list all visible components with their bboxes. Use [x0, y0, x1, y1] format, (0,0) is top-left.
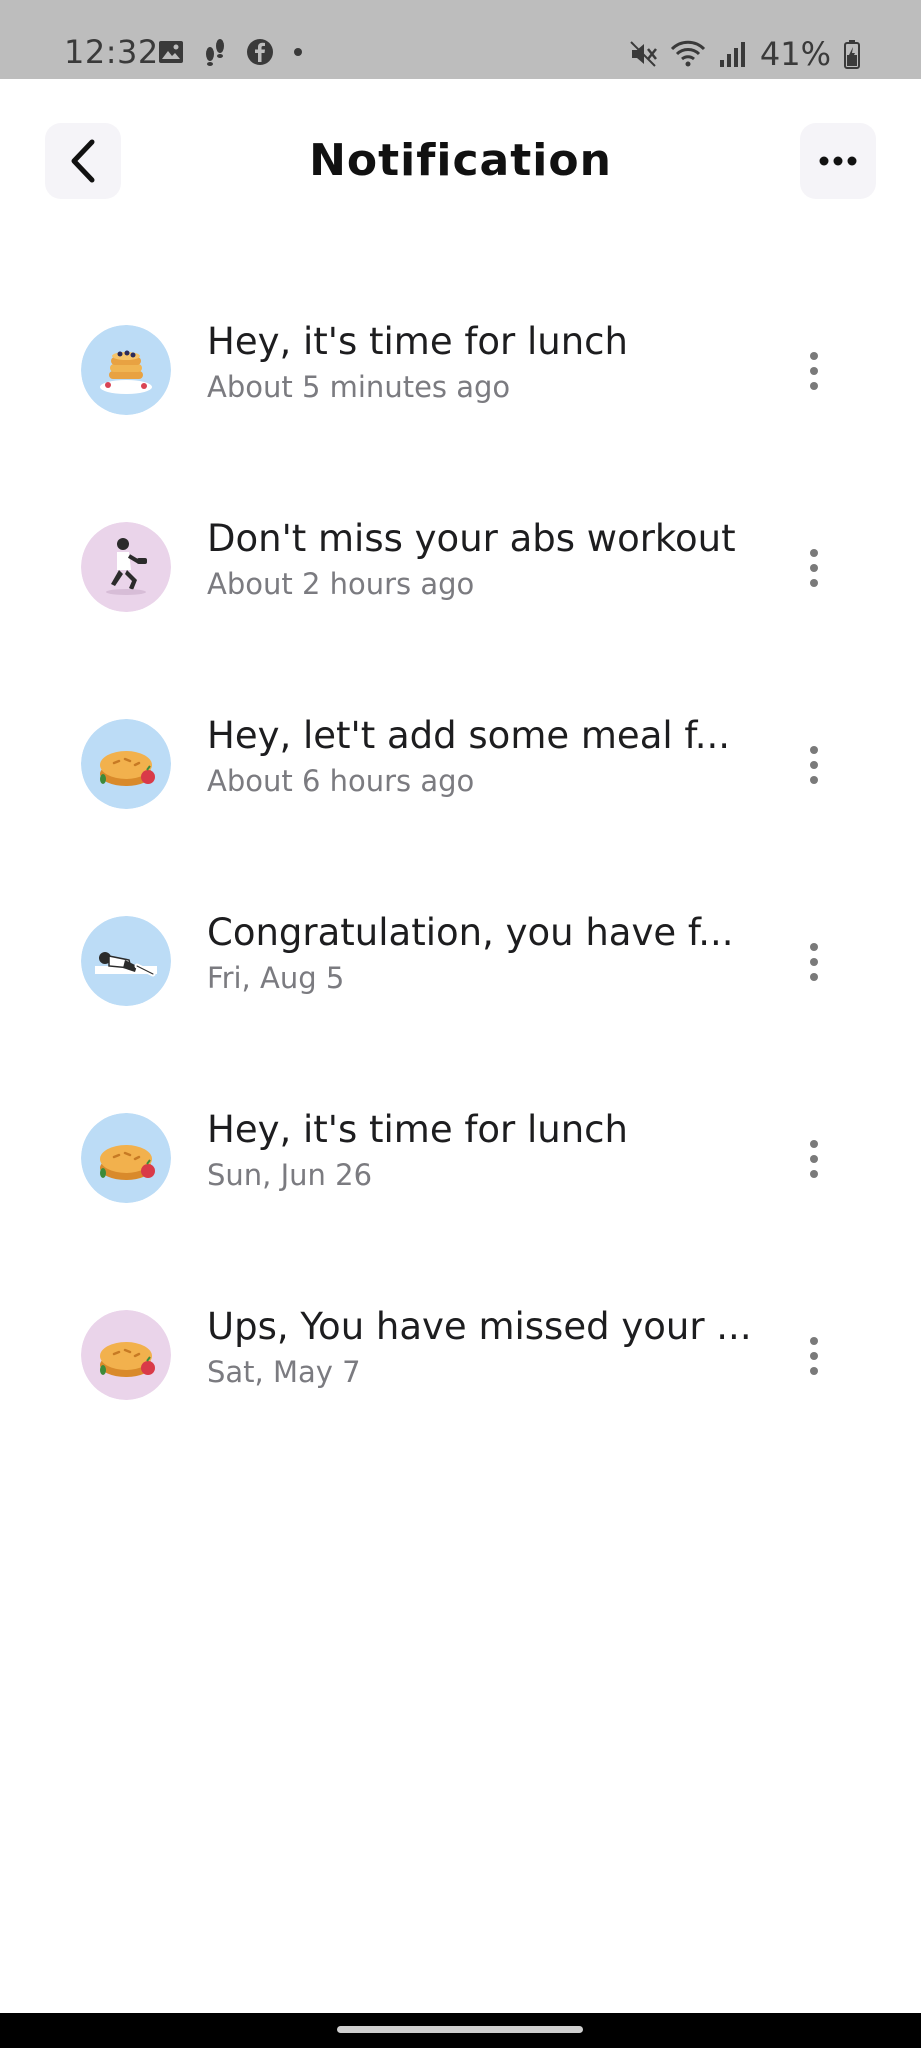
kebab-menu-icon[interactable]: [796, 341, 832, 401]
sleeping-icon: [81, 916, 171, 1006]
notification-avatar: [81, 325, 171, 415]
notification-avatar: [81, 719, 171, 809]
notification-avatar: [81, 1310, 171, 1400]
wifi-icon: [670, 40, 705, 67]
notification-title: Hey, it's time for lunch: [207, 320, 628, 363]
notification-item[interactable]: Ups, You have missed your ... Sat, May 7: [0, 1290, 921, 1440]
notification-title: Ups, You have missed your ...: [207, 1305, 752, 1348]
status-icons-left: [158, 38, 304, 66]
notification-title: Hey, it's time for lunch: [207, 1108, 628, 1151]
mute-icon: [630, 41, 657, 67]
page-title: Notification: [309, 135, 612, 186]
workout-icon: [81, 522, 171, 612]
steps-icon: [206, 39, 224, 66]
home-indicator[interactable]: [337, 2026, 583, 2033]
kebab-menu-icon[interactable]: [796, 735, 832, 795]
notification-item[interactable]: Hey, it's time for lunch About 5 minutes…: [0, 305, 921, 455]
battery-icon: [844, 40, 860, 69]
gallery-icon: [159, 41, 183, 63]
kebab-menu-icon[interactable]: [796, 932, 832, 992]
pie-icon: [81, 1113, 171, 1203]
status-bar: 12:32 41%: [0, 0, 921, 79]
notification-time: About 6 hours ago: [207, 764, 475, 798]
status-icons-right: 41%: [628, 34, 861, 74]
facebook-icon: [247, 39, 273, 65]
battery-percent: 41%: [759, 35, 831, 73]
notification-time: Sat, May 7: [207, 1355, 361, 1389]
kebab-menu-icon[interactable]: [796, 538, 832, 598]
notification-time: About 2 hours ago: [207, 567, 475, 601]
dot-icon: [294, 48, 302, 56]
kebab-menu-icon[interactable]: [796, 1326, 832, 1386]
more-options-button[interactable]: [800, 123, 876, 199]
notification-item[interactable]: Hey, it's time for lunch Sun, Jun 26: [0, 1093, 921, 1243]
app-header: Notification: [0, 79, 921, 249]
notification-avatar: [81, 1113, 171, 1203]
status-time: 12:32: [64, 33, 159, 71]
notification-item[interactable]: Congratulation, you have f... Fri, Aug 5: [0, 896, 921, 1046]
pie-icon: [81, 719, 171, 809]
notification-item[interactable]: Hey, let't add some meal f... About 6 ho…: [0, 699, 921, 849]
notification-title: Congratulation, you have f...: [207, 911, 734, 954]
notification-title: Hey, let't add some meal f...: [207, 714, 731, 757]
pancakes-icon: [81, 325, 171, 415]
notification-item[interactable]: Don't miss your abs workout About 2 hour…: [0, 502, 921, 652]
signal-icon: [719, 42, 745, 67]
notification-avatar: [81, 522, 171, 612]
notification-title: Don't miss your abs workout: [207, 517, 736, 560]
pie-icon: [81, 1310, 171, 1400]
notification-time: Sun, Jun 26: [207, 1158, 373, 1192]
more-horizontal-icon: [819, 156, 857, 166]
notification-time: Fri, Aug 5: [207, 961, 345, 995]
notification-time: About 5 minutes ago: [207, 370, 511, 404]
notification-avatar: [81, 916, 171, 1006]
kebab-menu-icon[interactable]: [796, 1129, 832, 1189]
system-nav-bar: [0, 2013, 921, 2048]
